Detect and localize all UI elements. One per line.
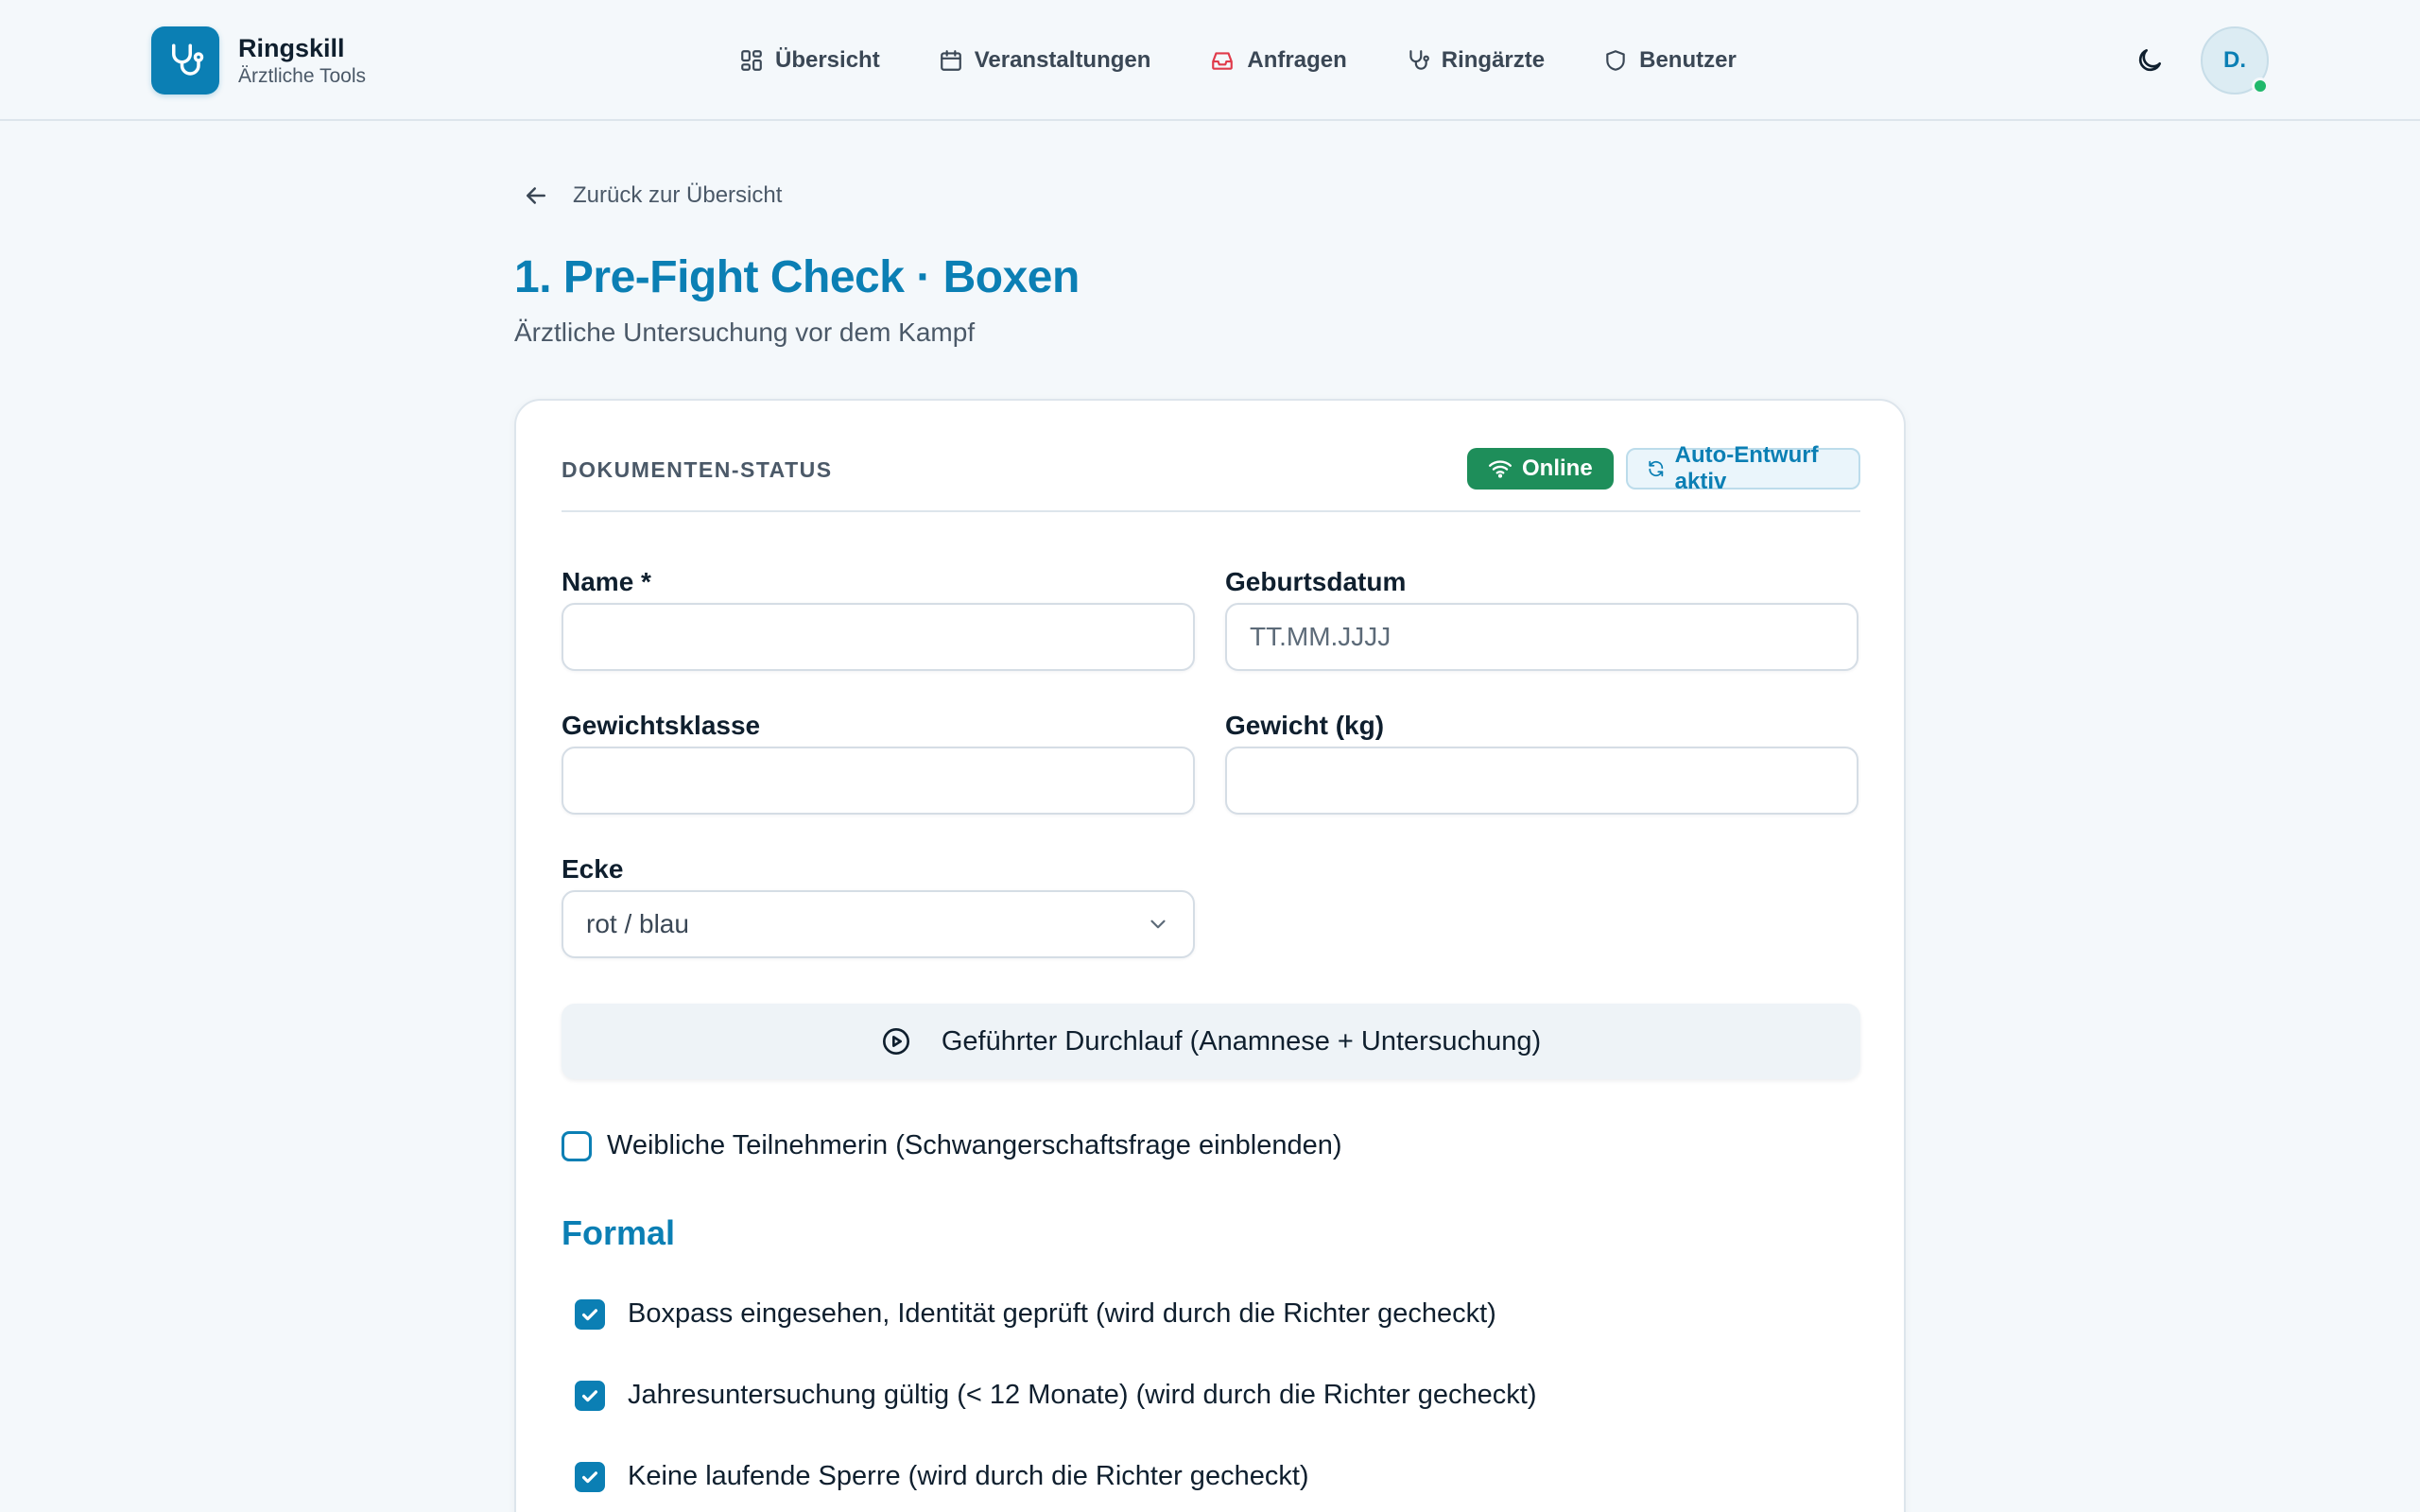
document-status-row: DOKUMENTEN-STATUS Online Auto-Entwurf ak… bbox=[562, 442, 1860, 495]
formal-check-item[interactable]: Boxpass eingesehen, Identität geprüft (w… bbox=[575, 1298, 1496, 1330]
document-status-label: DOKUMENTEN-STATUS bbox=[562, 457, 833, 482]
brand[interactable]: Ringskill Ärztliche Tools bbox=[151, 26, 366, 94]
corner-label: Ecke bbox=[562, 854, 624, 884]
checked-checkbox[interactable] bbox=[575, 1298, 605, 1330]
nav-item-uebersicht[interactable]: Übersicht bbox=[737, 38, 882, 83]
nav-item-label: Ringärzte bbox=[1441, 47, 1546, 73]
section-title-formal: Formal bbox=[562, 1213, 676, 1252]
nav-item-ringaerzte[interactable]: Ringärzte bbox=[1404, 38, 1547, 83]
nav-item-label: Veranstaltungen bbox=[974, 47, 1151, 73]
nav-item-veranstaltungen[interactable]: Veranstaltungen bbox=[937, 38, 1153, 83]
chevron-down-icon bbox=[1150, 919, 1166, 929]
moon-icon bbox=[2138, 49, 2161, 72]
checked-checkbox[interactable] bbox=[575, 1461, 605, 1492]
stethoscope-logo-icon bbox=[151, 26, 219, 94]
app-subtitle: Ärztliche Tools bbox=[238, 65, 367, 87]
online-badge-label: Online bbox=[1522, 455, 1593, 481]
theme-toggle-button[interactable] bbox=[2133, 43, 2167, 77]
birthdate-label: Geburtsdatum bbox=[1225, 567, 1407, 596]
formal-check-label: Boxpass eingesehen, Identität geprüft (w… bbox=[628, 1298, 1496, 1329]
formal-check-item[interactable]: Jahresuntersuchung gültig (< 12 Monate) … bbox=[575, 1380, 1537, 1411]
check-icon bbox=[581, 1389, 598, 1401]
weightclass-label: Gewichtsklasse bbox=[562, 711, 761, 740]
main-nav: Übersicht Veranstaltungen Anfragen Ringä… bbox=[737, 38, 1793, 83]
nav-item-anfragen[interactable]: Anfragen bbox=[1207, 38, 1348, 83]
weight-label: Gewicht (kg) bbox=[1225, 711, 1385, 740]
nav-item-label: Anfragen bbox=[1247, 47, 1347, 73]
check-icon bbox=[581, 1308, 598, 1320]
wifi-icon bbox=[1488, 460, 1512, 478]
stethoscope-icon bbox=[1409, 50, 1429, 70]
auto-draft-badge: Auto-Entwurf aktiv bbox=[1626, 442, 1860, 494]
nav-item-label: Übersicht bbox=[775, 47, 880, 73]
avatar-initials: D. bbox=[2223, 47, 2246, 73]
nav-item-benutzer[interactable]: Benutzer bbox=[1601, 38, 1738, 83]
app-name: Ringskill bbox=[238, 34, 345, 62]
female-participant-checkbox-row[interactable]: Weibliche Teilnehmerin (Schwangerschafts… bbox=[562, 1130, 1342, 1161]
female-participant-label: Weibliche Teilnehmerin (Schwangerschafts… bbox=[607, 1130, 1342, 1160]
shield-icon bbox=[1606, 50, 1625, 71]
formal-check-label: Keine laufende Sperre (wird durch die Ri… bbox=[628, 1461, 1309, 1491]
calendar-icon bbox=[940, 50, 961, 71]
guided-walkthrough-label: Geführter Durchlauf (Anamnese + Untersuc… bbox=[941, 1025, 1542, 1057]
back-link-label: Zurück zur Übersicht bbox=[573, 182, 783, 208]
page-title: 1. Pre-Fight Check · Boxen bbox=[514, 252, 1080, 302]
female-participant-checkbox[interactable] bbox=[562, 1130, 592, 1161]
corner-select[interactable]: rot / blau bbox=[562, 890, 1195, 958]
form-card: DOKUMENTEN-STATUS Online Auto-Entwurf ak… bbox=[514, 399, 1906, 1512]
formal-check-item[interactable]: Keine laufende Sperre (wird durch die Ri… bbox=[575, 1461, 1309, 1492]
name-label: Name * bbox=[562, 567, 651, 596]
birthdate-input[interactable] bbox=[1225, 603, 1858, 671]
online-status-badge: Online bbox=[1467, 448, 1614, 490]
online-status-dot bbox=[2252, 77, 2269, 94]
checked-checkbox[interactable] bbox=[575, 1380, 605, 1411]
weightclass-input[interactable] bbox=[562, 747, 1195, 815]
arrow-left-icon bbox=[527, 187, 545, 204]
corner-select-value: rot / blau bbox=[586, 909, 689, 938]
weight-input[interactable] bbox=[1225, 747, 1858, 815]
page-subtitle: Ärztliche Untersuchung vor dem Kampf bbox=[514, 318, 976, 347]
name-input[interactable] bbox=[562, 603, 1195, 671]
back-link[interactable]: Zurück zur Übersicht bbox=[522, 181, 782, 210]
guided-walkthrough-button[interactable]: Geführter Durchlauf (Anamnese + Untersuc… bbox=[562, 1004, 1860, 1079]
formal-check-label: Jahresuntersuchung gültig (< 12 Monate) … bbox=[628, 1380, 1537, 1410]
nav-item-label: Benutzer bbox=[1639, 47, 1737, 73]
auto-draft-label: Auto-Entwurf aktiv bbox=[1674, 442, 1819, 494]
grid-icon bbox=[741, 50, 762, 71]
user-avatar[interactable]: D. bbox=[2201, 26, 2269, 94]
check-icon bbox=[581, 1470, 598, 1483]
divider bbox=[562, 510, 1860, 512]
top-navigation-bar: Ringskill Ärztliche Tools Übersicht Vera… bbox=[0, 0, 2420, 121]
refresh-icon bbox=[1649, 460, 1664, 477]
inbox-icon bbox=[1212, 52, 1234, 70]
play-circle-icon bbox=[882, 1028, 909, 1055]
